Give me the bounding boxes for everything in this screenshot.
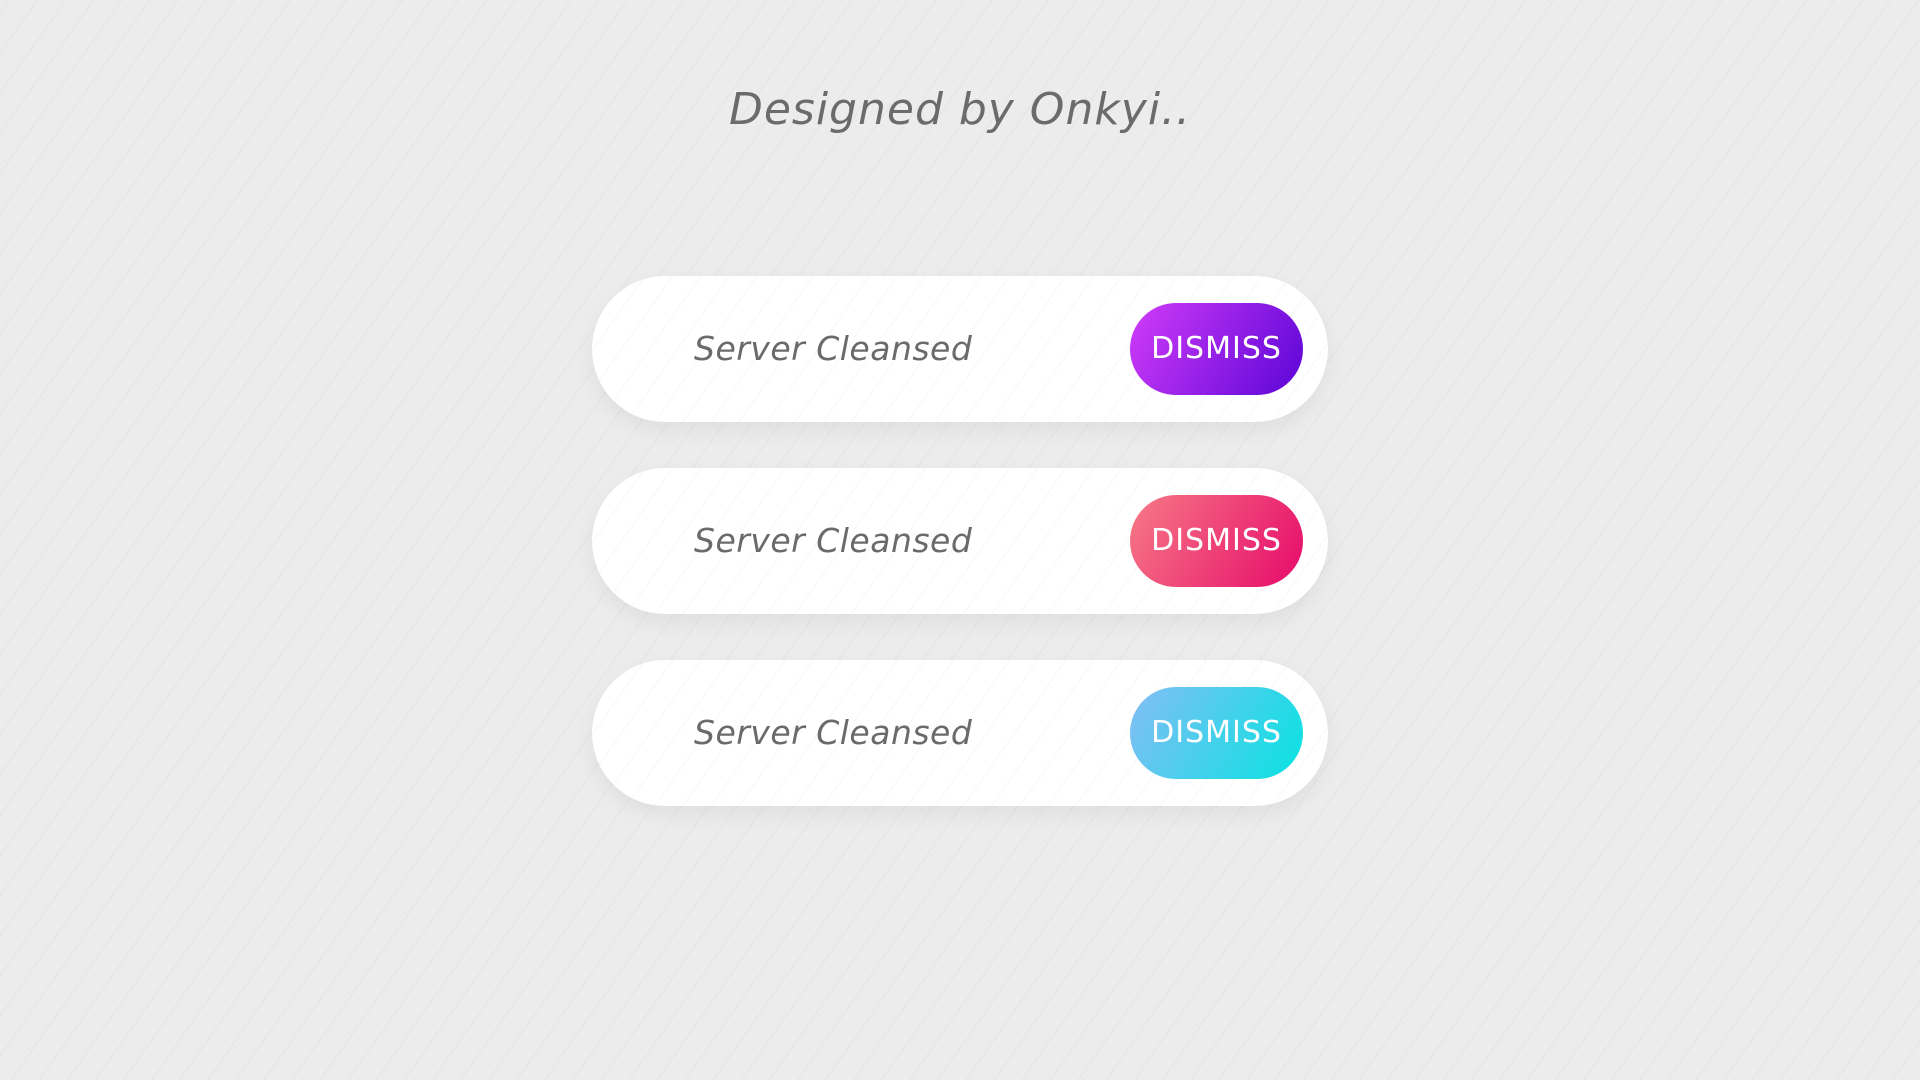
page-title: Designed by Onkyi..: [728, 84, 1192, 135]
notification-message: Server Cleansed: [694, 713, 973, 752]
notification-list: Server Cleansed DISMISS Server Cleansed …: [592, 276, 1328, 806]
notification-message: Server Cleansed: [694, 329, 973, 368]
dismiss-button[interactable]: DISMISS: [1130, 303, 1303, 395]
dismiss-button[interactable]: DISMISS: [1130, 687, 1303, 779]
dismiss-button[interactable]: DISMISS: [1130, 495, 1303, 587]
notification-card: Server Cleansed DISMISS: [592, 468, 1328, 614]
notification-card: Server Cleansed DISMISS: [592, 276, 1328, 422]
notification-card: Server Cleansed DISMISS: [592, 660, 1328, 806]
notification-message: Server Cleansed: [694, 521, 973, 560]
